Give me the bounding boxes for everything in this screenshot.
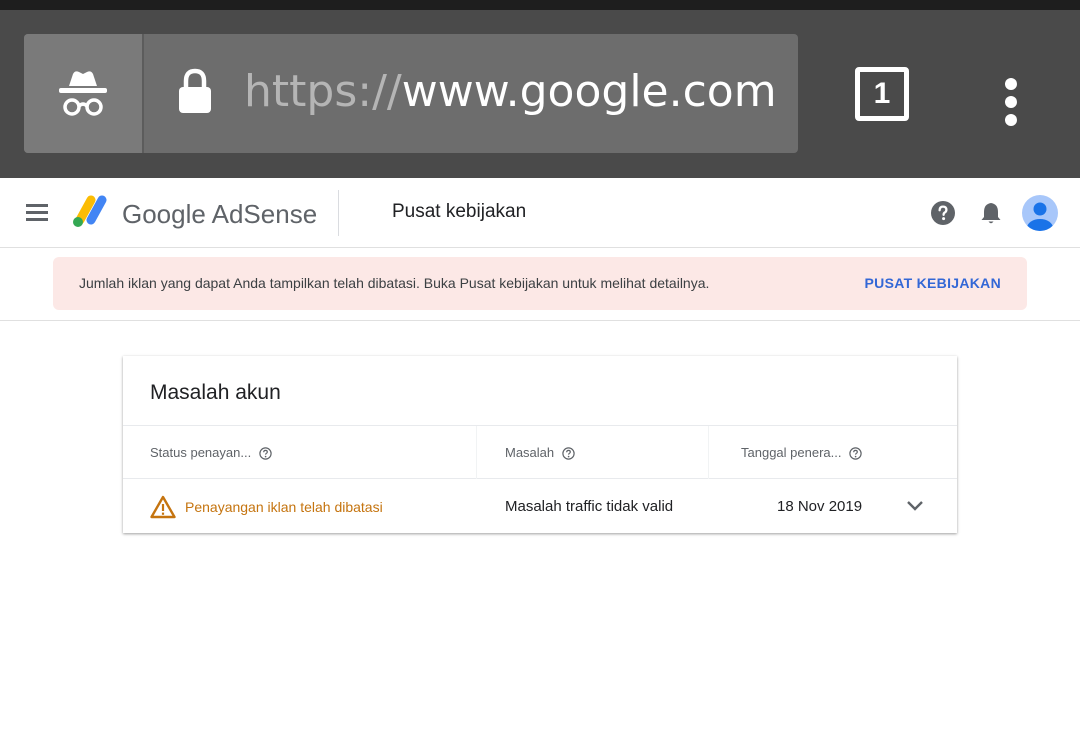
warning-icon xyxy=(150,495,176,519)
policy-center-link[interactable]: PUSAT KEBIJAKAN xyxy=(865,274,1001,292)
column-header-label: Status penayan... xyxy=(150,445,252,460)
system-status-bar xyxy=(0,0,1080,10)
tab-count-label: 1 xyxy=(873,77,891,110)
address-bar[interactable]: https://www.google.com/ xyxy=(24,34,798,153)
incognito-badge[interactable] xyxy=(24,34,144,153)
column-header-status[interactable]: Status penayan... xyxy=(150,445,272,461)
hamburger-menu-icon[interactable] xyxy=(26,204,48,222)
status-cell: Penayangan iklan telah dibatasi xyxy=(150,495,383,519)
column-separator xyxy=(708,426,709,479)
url-text[interactable]: https://www.google.com/ xyxy=(244,62,774,122)
page-title: Pusat kebijakan xyxy=(392,201,527,222)
alert-message: Jumlah iklan yang dapat Anda tampilkan t… xyxy=(79,275,710,291)
help-outline-icon[interactable] xyxy=(562,446,575,460)
issue-text: Masalah traffic tidak valid xyxy=(505,498,674,515)
bell-icon[interactable] xyxy=(980,201,1002,225)
chevron-down-icon[interactable] xyxy=(906,499,924,513)
url-scheme: https:// xyxy=(244,66,402,117)
notification-area: Jumlah iklan yang dapat Anda tampilkan t… xyxy=(0,248,1080,321)
url-host: www.google.com/ xyxy=(401,66,774,117)
help-outline-icon[interactable] xyxy=(259,446,272,460)
policy-alert-banner: Jumlah iklan yang dapat Anda tampilkan t… xyxy=(53,257,1027,310)
incognito-icon xyxy=(59,70,107,116)
column-header-label: Tanggal penera... xyxy=(741,445,842,460)
more-vert-icon[interactable] xyxy=(1000,78,1022,130)
app-header: Google AdSense Pusat kebijakan xyxy=(0,178,1080,248)
column-header-date[interactable]: Tanggal penera... xyxy=(741,445,863,461)
date-text: 18 Nov 2019 xyxy=(777,498,863,515)
help-outline-icon[interactable] xyxy=(849,446,863,460)
table-header: Status penayan... Masalah Tanggal penera… xyxy=(123,426,957,479)
tab-switcher-button[interactable]: 1 xyxy=(855,67,909,121)
header-divider xyxy=(338,190,339,236)
column-header-issue[interactable]: Masalah xyxy=(505,445,575,461)
avatar[interactable] xyxy=(1022,195,1058,231)
card-title: Masalah akun xyxy=(150,381,281,404)
status-text: Penayangan iklan telah dibatasi xyxy=(185,499,383,515)
browser-toolbar: https://www.google.com/ 1 xyxy=(0,10,1080,178)
lock-icon xyxy=(179,68,211,113)
column-separator xyxy=(476,426,477,479)
account-issues-card: Masalah akun Status penayan... Masalah T… xyxy=(123,356,957,533)
adsense-logo-icon xyxy=(73,195,107,227)
table-row[interactable]: Penayangan iklan telah dibatasi Masalah … xyxy=(123,479,957,533)
product-name: Google AdSense xyxy=(122,199,318,229)
help-icon[interactable] xyxy=(931,201,955,225)
column-header-label: Masalah xyxy=(505,445,555,460)
